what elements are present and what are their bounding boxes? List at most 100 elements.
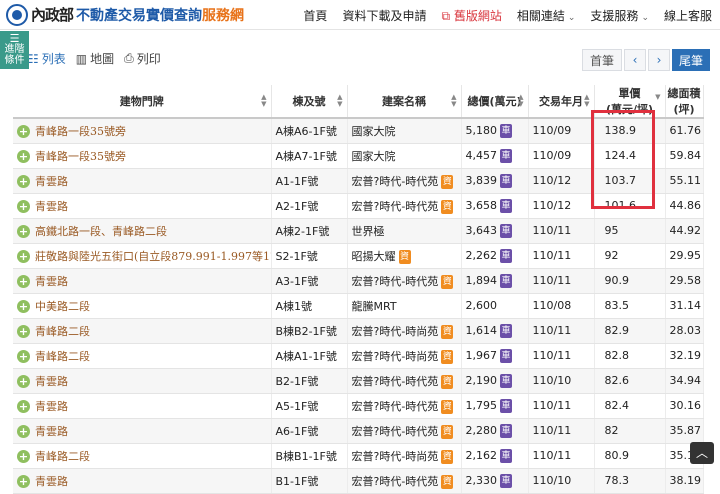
sort-desc-icon[interactable]: ▼ bbox=[655, 94, 660, 101]
nav-item-1[interactable]: 資料下載及申請 bbox=[342, 7, 426, 24]
expand-plus-icon[interactable]: + bbox=[17, 150, 30, 163]
parking-badge[interactable]: 車 bbox=[500, 473, 512, 488]
table-row[interactable]: + 青峰路二段 B棟B1-1F號 宏普?時代-時尚苑資 2,162 車 110/11 80.9… bbox=[13, 443, 704, 469]
list-view-button[interactable]: ☷ 列表 bbox=[28, 50, 66, 67]
nav-item-2[interactable]: ⧉ 舊版網站 bbox=[441, 7, 501, 24]
address-link[interactable]: 青雲路 bbox=[35, 425, 68, 438]
expand-plus-icon[interactable]: + bbox=[17, 475, 30, 488]
table-row[interactable]: + 青雲路 B2-1F號 宏普?時代-時代苑資 2,190 車 110/10 82.6 34.9… bbox=[13, 368, 704, 394]
presale-info-badge[interactable]: 資 bbox=[441, 199, 454, 214]
site-logo[interactable]: 內政部 不動產交易實價查詢 服務網 bbox=[6, 3, 244, 26]
presale-info-badge[interactable]: 資 bbox=[441, 349, 454, 364]
table-row[interactable]: + 莊敬路與陸光五街口(自立段879.991-1.997等17筆) S2-1F號 昭揚… bbox=[13, 243, 704, 269]
parking-badge[interactable]: 車 bbox=[500, 323, 512, 338]
address-link[interactable]: 中美路二段 bbox=[35, 300, 90, 313]
expand-plus-icon[interactable]: + bbox=[17, 200, 30, 213]
prev-page-button[interactable]: ‹ bbox=[624, 49, 646, 71]
table-row[interactable]: + 青峰路一段35號旁 A棟A7-1F號 國家大院 4,457 車 110/09 124.4 5… bbox=[13, 143, 704, 169]
parking-badge[interactable]: 車 bbox=[500, 373, 512, 388]
table-row[interactable]: + 青雲路 A2-1F號 宏普?時代-時代苑資 3,658 車 110/12 101.6 44.… bbox=[13, 193, 704, 219]
address-link[interactable]: 高鐵北路一段、青峰路二段 bbox=[35, 225, 167, 238]
expand-plus-icon[interactable]: + bbox=[17, 175, 30, 188]
table-row[interactable]: + 青雲路 A3-1F號 宏普?時代-時代苑資 1,894 車 110/11 90.9 29.5… bbox=[13, 268, 704, 294]
presale-info-badge[interactable]: 資 bbox=[441, 324, 454, 339]
column-header-label: 單價 (萬元/坪) bbox=[605, 87, 654, 116]
expand-plus-icon[interactable]: + bbox=[17, 450, 30, 463]
column-header-1[interactable]: 棟及號 ▲ ▼ bbox=[271, 85, 348, 119]
first-page-button[interactable]: 首筆 bbox=[582, 49, 622, 71]
table-row[interactable]: + 青峰路一段35號旁 A棟A6-1F號 國家大院 5,180 車 110/09 138.9 6… bbox=[13, 118, 704, 144]
parking-badge[interactable]: 車 bbox=[500, 198, 512, 213]
sort-icon[interactable]: ▲ ▼ bbox=[337, 94, 342, 108]
expand-plus-icon[interactable]: + bbox=[17, 300, 30, 313]
table-row[interactable]: + 青雲路 A6-1F號 宏普?時代-時代苑資 2,280 車 110/11 82 35.87 bbox=[13, 418, 704, 444]
sort-icon[interactable]: ▲ ▼ bbox=[451, 94, 456, 108]
parking-badge[interactable]: 車 bbox=[500, 423, 512, 438]
parking-badge[interactable]: 車 bbox=[500, 248, 512, 263]
address-link[interactable]: 青雲路 bbox=[35, 175, 68, 188]
print-button[interactable]: ⎙ 列印 bbox=[124, 50, 161, 67]
column-header-4[interactable]: 交易年月 ▲ ▼ bbox=[528, 85, 595, 119]
expand-plus-icon[interactable]: + bbox=[17, 125, 30, 139]
nav-item-5[interactable]: 線上客服 bbox=[664, 7, 712, 24]
nav-item-4[interactable]: 支援服務 ⌄ bbox=[590, 7, 649, 24]
table-row[interactable]: + 青雲路 A5-1F號 宏普?時代-時代苑資 1,795 車 110/11 82.4 30.1… bbox=[13, 393, 704, 419]
table-row[interactable]: + 青峰路二段 B棟B2-1F號 宏普?時代-時尚苑資 1,614 車 110/11 82.9… bbox=[13, 318, 704, 344]
parking-badge[interactable]: 車 bbox=[500, 148, 512, 163]
address-link[interactable]: 青雲路 bbox=[35, 400, 68, 413]
table-row[interactable]: + 中美路二段 A棟1號 龍騰MRT 2,600 110/08 83.5 31.14 bbox=[13, 293, 704, 319]
address-link[interactable]: 青雲路 bbox=[35, 200, 68, 213]
nav-item-0[interactable]: 首頁 bbox=[303, 7, 327, 24]
parking-badge[interactable]: 車 bbox=[500, 123, 512, 138]
expand-plus-icon[interactable]: + bbox=[17, 375, 30, 388]
address-link[interactable]: 青峰路一段35號旁 bbox=[35, 125, 126, 138]
advanced-filter-button[interactable]: ☰ 進階 條件 bbox=[0, 31, 29, 69]
address-link[interactable]: 青雲路 bbox=[35, 475, 68, 488]
expand-plus-icon[interactable]: + bbox=[17, 250, 30, 263]
scroll-to-top-button[interactable]: ︿ bbox=[690, 442, 714, 464]
presale-info-badge[interactable]: 資 bbox=[441, 374, 454, 389]
address-link[interactable]: 青雲路 bbox=[35, 375, 68, 388]
parking-badge[interactable]: 車 bbox=[500, 273, 512, 288]
address-link[interactable]: 青雲路 bbox=[35, 275, 68, 288]
table-row[interactable]: + 青峰路二段 A棟A1-1F號 宏普?時代-時尚苑資 1,967 車 110/11 82.8… bbox=[13, 343, 704, 369]
area-cell: 34.94 bbox=[665, 368, 704, 394]
table-row[interactable]: + 青雲路 B1-1F號 宏普?時代-時代苑資 2,330 車 110/10 78.3 38.1… bbox=[13, 468, 704, 494]
column-header-3[interactable]: 總價(萬元) ▲ ▼ bbox=[461, 85, 529, 119]
presale-info-badge[interactable]: 資 bbox=[398, 249, 411, 264]
column-header-5[interactable]: 單價 (萬元/坪) ▼ bbox=[594, 85, 666, 119]
last-page-button[interactable]: 尾筆 bbox=[672, 49, 710, 71]
parking-badge[interactable]: 車 bbox=[500, 348, 512, 363]
presale-info-badge[interactable]: 資 bbox=[441, 424, 454, 439]
nav-item-3[interactable]: 相關連結 ⌄ bbox=[517, 7, 576, 24]
address-link[interactable]: 莊敬路與陸光五街口(自立段879.991-1.997等17筆) bbox=[35, 250, 270, 263]
expand-plus-icon[interactable]: + bbox=[17, 275, 30, 288]
address-link[interactable]: 青峰路一段35號旁 bbox=[35, 150, 126, 163]
sort-icon[interactable]: ▲ ▼ bbox=[584, 94, 589, 108]
presale-info-badge[interactable]: 資 bbox=[441, 399, 454, 414]
table-row[interactable]: + 高鐵北路一段、青峰路二段 A棟2-1F號 世界極 3,643 車 110/11 95 44.… bbox=[13, 218, 704, 244]
presale-info-badge[interactable]: 資 bbox=[441, 174, 454, 189]
map-view-button[interactable]: ▥ 地圖 bbox=[76, 50, 114, 67]
presale-info-badge[interactable]: 資 bbox=[441, 274, 454, 289]
address-link[interactable]: 青峰路二段 bbox=[35, 350, 90, 363]
presale-info-badge[interactable]: 資 bbox=[441, 474, 454, 489]
parking-badge[interactable]: 車 bbox=[500, 173, 512, 188]
expand-plus-icon[interactable]: + bbox=[17, 350, 30, 363]
parking-badge[interactable]: 車 bbox=[500, 398, 512, 413]
expand-plus-icon[interactable]: + bbox=[17, 225, 30, 238]
column-header-2[interactable]: 建案名稱 ▲ ▼ bbox=[347, 85, 462, 119]
expand-plus-icon[interactable]: + bbox=[17, 400, 30, 413]
sort-icon[interactable]: ▲ ▼ bbox=[518, 94, 523, 108]
expand-plus-icon[interactable]: + bbox=[17, 425, 30, 438]
column-header-0[interactable]: 建物門牌 ▲ ▼ bbox=[13, 85, 272, 119]
address-link[interactable]: 青峰路二段 bbox=[35, 325, 90, 338]
parking-badge[interactable]: 車 bbox=[500, 223, 512, 238]
expand-plus-icon[interactable]: + bbox=[17, 325, 30, 338]
table-row[interactable]: + 青雲路 A1-1F號 宏普?時代-時代苑資 3,839 車 110/12 103.7 55.… bbox=[13, 168, 704, 194]
sort-icon[interactable]: ▲ ▼ bbox=[261, 94, 266, 108]
parking-badge[interactable]: 車 bbox=[500, 448, 512, 463]
presale-info-badge[interactable]: 資 bbox=[441, 449, 454, 464]
next-page-button[interactable]: › bbox=[648, 49, 670, 71]
address-link[interactable]: 青峰路二段 bbox=[35, 450, 90, 463]
